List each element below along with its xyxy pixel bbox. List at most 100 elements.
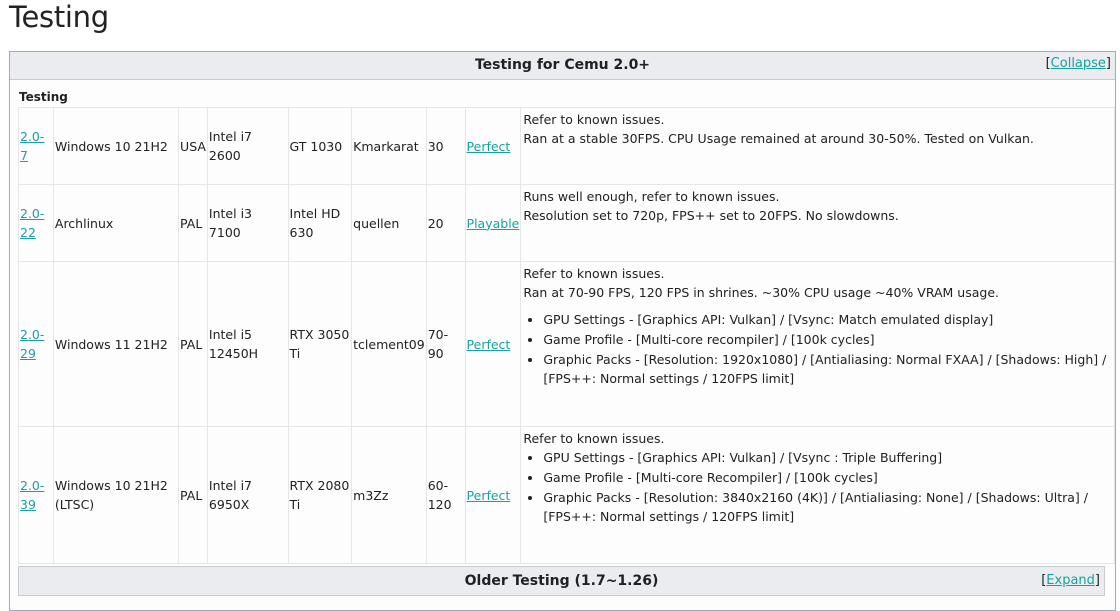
list-item: Game Profile - [Multi-core recompiler] /…	[543, 330, 1112, 349]
version-link[interactable]: 2.0-39	[20, 478, 44, 512]
region-cell: PAL	[178, 184, 208, 262]
older-testing-bar: Older Testing (1.7~1.26) [Expand]	[18, 566, 1105, 596]
notes-cell: Refer to known issues. GPU Settings - [Gr…	[520, 426, 1115, 564]
region-cell: PAL	[180, 215, 203, 231]
cpu-cell: Intel i3 7100	[208, 206, 252, 240]
version-cell: 2.0-39	[18, 426, 54, 564]
navbox-title-bar: Testing for Cemu 2.0+ [Collapse]	[10, 52, 1115, 80]
os-cell: Windows 11 21H2	[52, 261, 180, 427]
rating-link[interactable]: Playable	[467, 216, 520, 231]
rating-cell: Perfect	[464, 426, 522, 564]
notes-cell: Runs well enough, refer to known issues.…	[520, 184, 1115, 262]
fps-cell: 70-90	[427, 327, 449, 361]
fps-cell: 30	[427, 138, 444, 154]
tester-cell: m3Zz	[351, 426, 427, 564]
note-line: Refer to known issues.	[523, 431, 665, 446]
region-cell: PAL	[178, 426, 208, 564]
list-item: GPU Settings - [Graphics API: Vulkan] / …	[543, 448, 1112, 467]
note-line: Ran at a stable 30FPS. CPU Usage remaine…	[523, 131, 1034, 146]
version-link[interactable]: 2.0-7	[20, 129, 44, 163]
rating-cell: Playable	[464, 184, 522, 262]
version-link[interactable]: 2.0-29	[20, 327, 44, 361]
fps-cell: 70-90	[425, 261, 466, 427]
region-cell: PAL	[178, 261, 208, 427]
collapse-link[interactable]: Collapse	[1051, 56, 1106, 71]
settings-list: GPU Settings - [Graphics API: Vulkan] / …	[523, 448, 1112, 526]
rating-link[interactable]: Perfect	[467, 488, 511, 503]
rating-cell: Perfect	[464, 107, 522, 185]
cpu-cell: Intel i7 2600	[208, 129, 252, 163]
list-item: GPU Settings - [Graphics API: Vulkan] / …	[543, 310, 1112, 329]
table-row: 2.0-39 Windows 10 21H2 (LTSC) PAL Intel i7 …	[18, 426, 1115, 564]
cpu-cell: Intel i5 12450H	[208, 327, 259, 361]
gpu-cell: GT 1030	[287, 107, 353, 185]
version-cell: 2.0-22	[18, 184, 54, 262]
list-item: Graphic Packs - [Resolution: 1920x1080] …	[543, 350, 1112, 388]
page-title: Testing	[9, 0, 109, 34]
cpu-cell: Intel i7 6950X	[206, 426, 289, 564]
note-line: Resolution set to 720p, FPS++ set to 20F…	[523, 208, 899, 223]
tester-cell: m3Zz	[353, 487, 389, 503]
tester-cell: tclement09	[351, 261, 427, 427]
version-cell: 2.0-29	[18, 261, 54, 427]
gpu-cell: RTX 2080 Ti	[287, 426, 353, 564]
os-cell: Windows 11 21H2	[54, 336, 168, 352]
expand-toggle: [Expand]	[1041, 567, 1100, 595]
gpu-cell: RTX 2080 Ti	[289, 478, 350, 512]
table-row: 2.0-29 Windows 11 21H2 PAL Intel i5 12450H R…	[18, 261, 1115, 427]
fps-cell: 20	[425, 184, 466, 262]
tester-cell: tclement09	[353, 336, 425, 352]
fps-cell: 20	[427, 215, 444, 231]
tester-cell: quellen	[353, 215, 400, 231]
group-label: Testing	[19, 90, 68, 104]
region-cell: USA	[180, 138, 206, 154]
settings-list: GPU Settings - [Graphics API: Vulkan] / …	[523, 310, 1112, 388]
expand-link[interactable]: Expand	[1046, 573, 1095, 588]
list-item: Game Profile - [Multi-core Recompiler] /…	[543, 468, 1112, 487]
note-line: Ran at 70-90 FPS, 120 FPS in shrines. ~3…	[523, 285, 999, 300]
gpu-cell: GT 1030	[289, 138, 343, 154]
note-line: Runs well enough, refer to known issues.	[523, 189, 780, 204]
table-row: 2.0-7 Windows 10 21H2 USA Intel i7 2600 GT 1…	[18, 107, 1115, 185]
notes-cell: Refer to known issues. Ran at a stable 30…	[520, 107, 1115, 185]
fps-cell: 60-120	[425, 426, 466, 564]
toggle-bracket-close: ]	[1094, 573, 1100, 588]
table-row: 2.0-22 Archlinux PAL Intel i3 7100 Intel HD …	[18, 184, 1115, 262]
list-item: Graphic Packs - [Resolution: 3840x2160 (…	[543, 488, 1112, 526]
cpu-cell: Intel i5 12450H	[206, 261, 289, 427]
notes-cell: Refer to known issues. Ran at 70-90 FPS, …	[520, 261, 1115, 427]
os-cell: Windows 10 21H2	[54, 138, 168, 154]
navbox-title: Testing for Cemu 2.0+	[474, 57, 651, 73]
os-cell: Archlinux	[52, 184, 180, 262]
rating-link[interactable]: Perfect	[467, 139, 511, 154]
gpu-cell: Intel HD 630	[287, 184, 353, 262]
note-line: Refer to known issues.	[523, 266, 665, 281]
gpu-cell: RTX 3050 Ti	[287, 261, 353, 427]
cpu-cell: Intel i3 7100	[206, 184, 289, 262]
os-cell: Windows 10 21H2 (LTSC)	[54, 478, 168, 512]
testing-navbox: Testing for Cemu 2.0+ [Collapse] Testing…	[9, 51, 1116, 611]
region-cell: USA	[178, 107, 208, 185]
gpu-cell: RTX 3050 Ti	[289, 327, 350, 361]
cpu-cell: Intel i7 2600	[206, 107, 289, 185]
os-cell: Windows 10 21H2	[52, 107, 180, 185]
rating-cell: Perfect	[464, 261, 522, 427]
testing-table: 2.0-7 Windows 10 21H2 USA Intel i7 2600 GT 1…	[18, 107, 1115, 564]
tester-cell: Kmarkarat	[353, 138, 419, 154]
fps-cell: 30	[425, 107, 466, 185]
version-cell: 2.0-7	[18, 107, 54, 185]
tester-cell: Kmarkarat	[351, 107, 427, 185]
os-cell: Archlinux	[54, 215, 114, 231]
os-cell: Windows 10 21H2 (LTSC)	[52, 426, 180, 564]
tester-cell: quellen	[351, 184, 427, 262]
region-cell: PAL	[180, 487, 203, 503]
older-testing-title: Older Testing (1.7~1.26)	[464, 573, 659, 589]
cpu-cell: Intel i7 6950X	[208, 478, 252, 512]
version-link[interactable]: 2.0-22	[20, 206, 44, 240]
fps-cell: 60-120	[427, 478, 452, 512]
toggle-bracket-close: ]	[1105, 56, 1111, 71]
collapse-toggle: [Collapse]	[1046, 50, 1111, 77]
gpu-cell: Intel HD 630	[289, 206, 341, 240]
rating-link[interactable]: Perfect	[467, 337, 511, 352]
region-cell: PAL	[180, 336, 203, 352]
